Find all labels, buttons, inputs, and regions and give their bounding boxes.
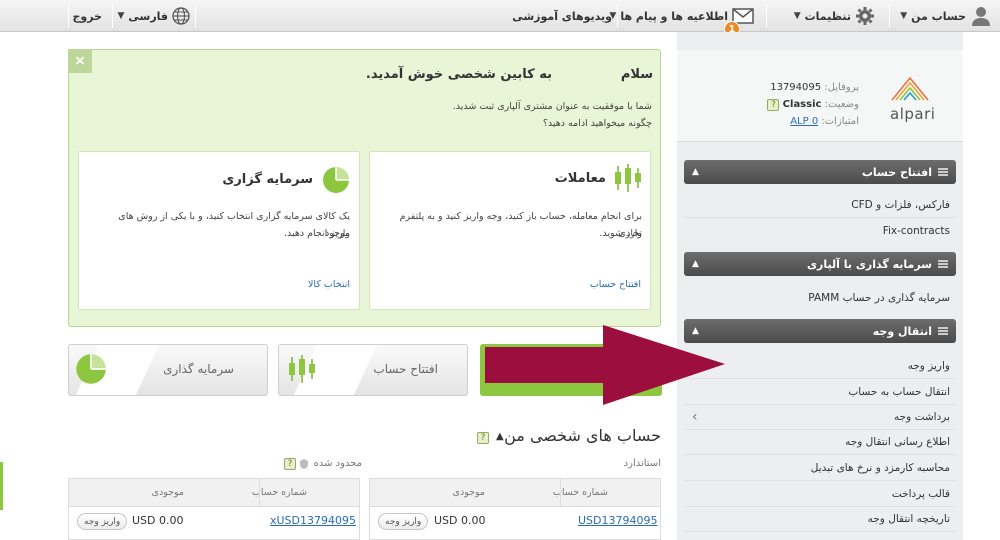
logo-icon [891,76,929,101]
col-balance: موجودی [452,487,485,498]
sidebar-item-payment-template[interactable]: قالب پرداخت [684,481,956,507]
account-menu[interactable]: حساب من ▼ [900,0,992,32]
collapse-icon[interactable]: ▲ [496,431,504,442]
globe-icon [172,7,190,25]
gear-icon [856,7,874,25]
tab-invest-label: سرمایه گذاری [163,362,234,376]
standard-balance: USD 0.00 [434,514,486,527]
trading-card-title: معاملات [554,171,606,186]
limited-label: محدود شده [313,458,362,469]
sidebar-item-fix-contracts[interactable]: Fix-contracts [684,218,956,244]
collapse-icon: ▲ [692,259,699,269]
deposit-button[interactable]: واریز وجه [378,513,429,530]
choose-product-link[interactable]: انتخاب کالا [308,279,350,290]
chevron-down-icon: ▼ [793,11,801,21]
help-icon[interactable]: ? [767,99,780,111]
sidebar-item-pamm[interactable]: سرمایه گذاری در حساب PAMM [684,285,956,311]
shield-icon [300,459,308,469]
help-icon[interactable]: ? [284,458,296,470]
col-account: شماره حساب [552,487,608,498]
tab-open-account-label: افتتاح حساب [373,362,438,376]
standard-account-link[interactable]: USD13794095 [578,514,658,527]
settings-menu[interactable]: تنظیمات ▼ [794,0,875,32]
accounts-title: حساب های شخصی من [504,426,661,445]
close-icon[interactable]: × [68,49,92,73]
section-invest[interactable]: سرمایه گذاری با آلپاری ▲ [684,252,956,276]
standard-accounts-table: شماره حساب موجودی [369,478,661,540]
menu-icon [938,168,948,176]
invest-card-text-2: واریز انجام دهید. [283,228,350,239]
top-bar: حساب من ▼ تنظیمات ▼ 1 اطلاعیه ها و پیام … [0,0,1000,37]
notifications-menu[interactable]: 1 اطلاعیه ها و پیام ها ▼ [609,0,754,37]
limited-accounts-table: شماره حساب موجودی [68,478,360,540]
chevron-down-icon: ▼ [900,11,908,21]
greeting: سلام [620,67,653,82]
section-open-account[interactable]: افتتاح حساب ▲ [684,160,956,184]
candlestick-icon [289,355,315,383]
language-menu[interactable]: فارسی ▼ [117,0,190,32]
welcome-line-1: شما با موفقیت به عنوان مشتری آلپاری ثبت … [452,101,652,112]
sidebar-item-transfer-notice[interactable]: اطلاع رسانی انتقال وجه [684,429,956,455]
videos-menu[interactable]: ویدیوهای آموزشی [512,0,612,32]
standard-label: استاندارد [623,458,661,469]
portfolio-number: 13794095 [770,82,822,93]
collapse-icon: ▲ [692,167,699,177]
trading-card-text-2: وارد شوید. [599,228,642,239]
chevron-down-icon: ▼ [117,11,125,21]
welcome-line-2: چگونه میخواهید ادامه دهید؟ [542,118,652,129]
limited-balance: USD 0.00 [132,514,184,527]
limited-account-link[interactable]: xUSD13794095 [270,514,356,527]
col-balance: موجودی [151,487,184,498]
user-icon [972,7,990,26]
alpari-logo: alpari [880,70,940,125]
help-icon[interactable]: ? [477,432,489,444]
envelope-icon: 1 [724,8,754,37]
menu-icon [938,260,948,268]
deposit-button[interactable]: واریز وجه [77,513,128,530]
pie-chart-icon [76,354,106,384]
status-value: Classic [782,99,822,110]
invest-card-title: سرمایه گزاری [222,172,313,187]
sidebar-item-transfer-history[interactable]: تاریخچه انتقال وجه [684,506,956,532]
logout-link[interactable]: خروج [72,0,102,32]
sidebar-item-forex[interactable]: فارکس، فلزات و CFD [684,192,956,218]
pie-chart-icon [323,167,349,193]
menu-icon [938,327,948,335]
col-account: شماره حساب [251,487,307,498]
candlestick-icon [615,164,641,192]
arrow-right-icon [485,325,725,405]
welcome-title: به کابین شخصی خوش آمدید. [365,67,552,82]
sidebar-item-fee-calculator[interactable]: محاسبه کارمزد و نرخ های تبدیل [684,455,956,481]
points-link[interactable]: ALP 0 [790,116,818,127]
open-account-link[interactable]: افتتاح حساب [590,279,641,290]
